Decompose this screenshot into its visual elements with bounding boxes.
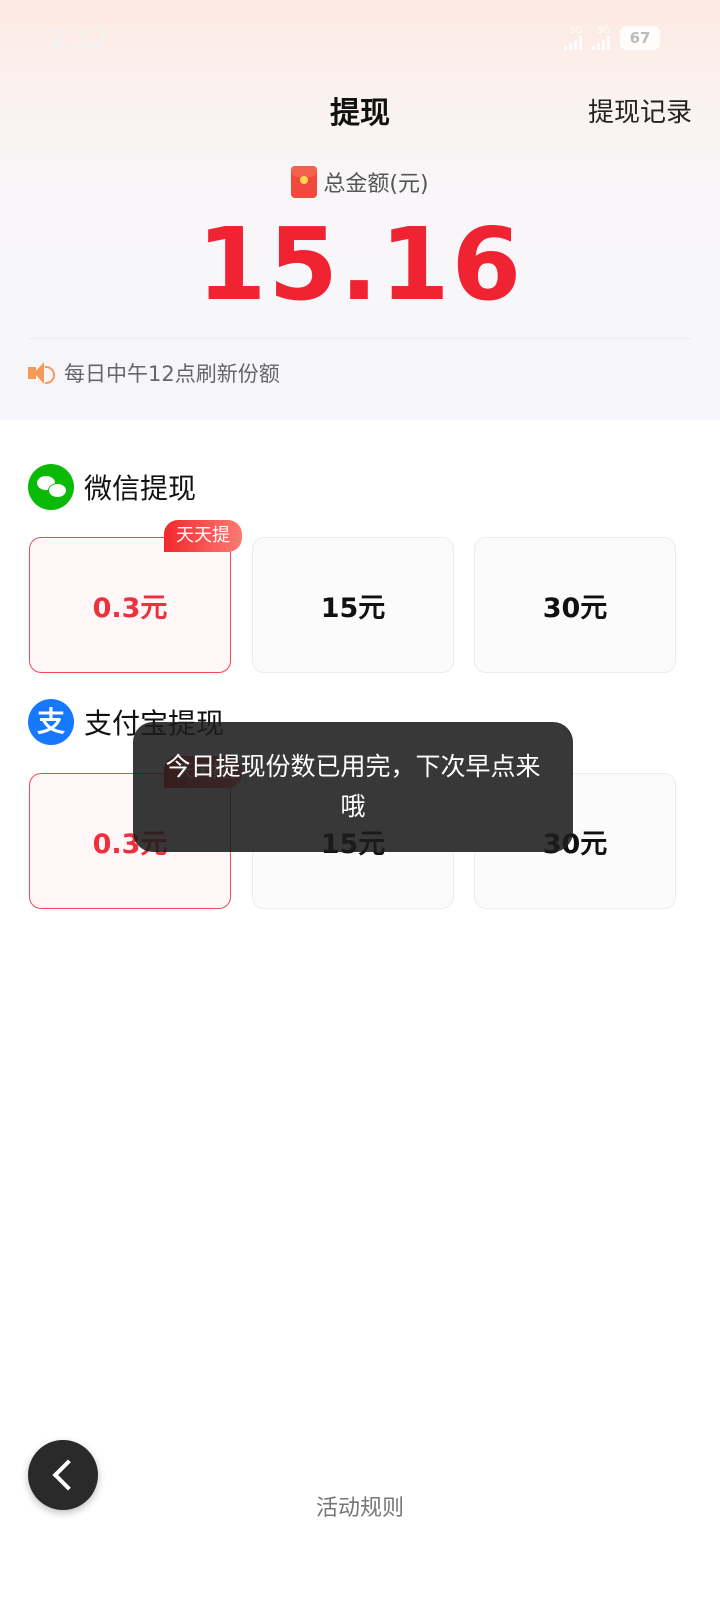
toast-message: 今日提现份数已用完，下次早点来哦 — [133, 722, 573, 852]
notice-text: 每日中午12点刷新份额 — [64, 362, 280, 386]
network-label: 5G — [569, 26, 582, 36]
total-label: 总金额(元) — [323, 172, 429, 197]
wechat-option-15[interactable]: 15元 — [252, 537, 454, 673]
signal-icon-2: 5G — [592, 26, 610, 50]
status-time: 2:32 — [50, 24, 109, 54]
alipay-icon: 支 — [28, 699, 74, 745]
redpacket-icon — [291, 166, 318, 198]
activity-rules-link[interactable]: 活动规则 — [0, 1490, 720, 1522]
total-label-row: 总金额(元) — [0, 166, 720, 198]
withdraw-record-link[interactable]: 提现记录 — [588, 92, 692, 129]
daily-badge: 天天提 — [164, 520, 242, 552]
status-bar: 2:32 5G 5G 67 — [0, 0, 720, 80]
divider — [28, 338, 692, 339]
speaker-icon — [28, 361, 55, 385]
wechat-option-0-3[interactable]: 0.3元 — [29, 537, 231, 673]
wechat-section-header: 微信提现 — [28, 464, 196, 510]
signal-icon: 5G — [564, 26, 582, 50]
wechat-icon — [28, 464, 74, 510]
wechat-option-30[interactable]: 30元 — [474, 537, 676, 673]
wechat-section-title: 微信提现 — [84, 472, 197, 505]
refresh-notice: 每日中午12点刷新份额 — [28, 358, 280, 388]
total-amount: 15.16 — [196, 206, 524, 323]
back-chevron-icon — [52, 1459, 84, 1491]
network-label-2: 5G — [597, 26, 610, 36]
battery-icon: 67 — [620, 26, 660, 50]
status-icons: 5G 5G 67 — [564, 26, 660, 50]
